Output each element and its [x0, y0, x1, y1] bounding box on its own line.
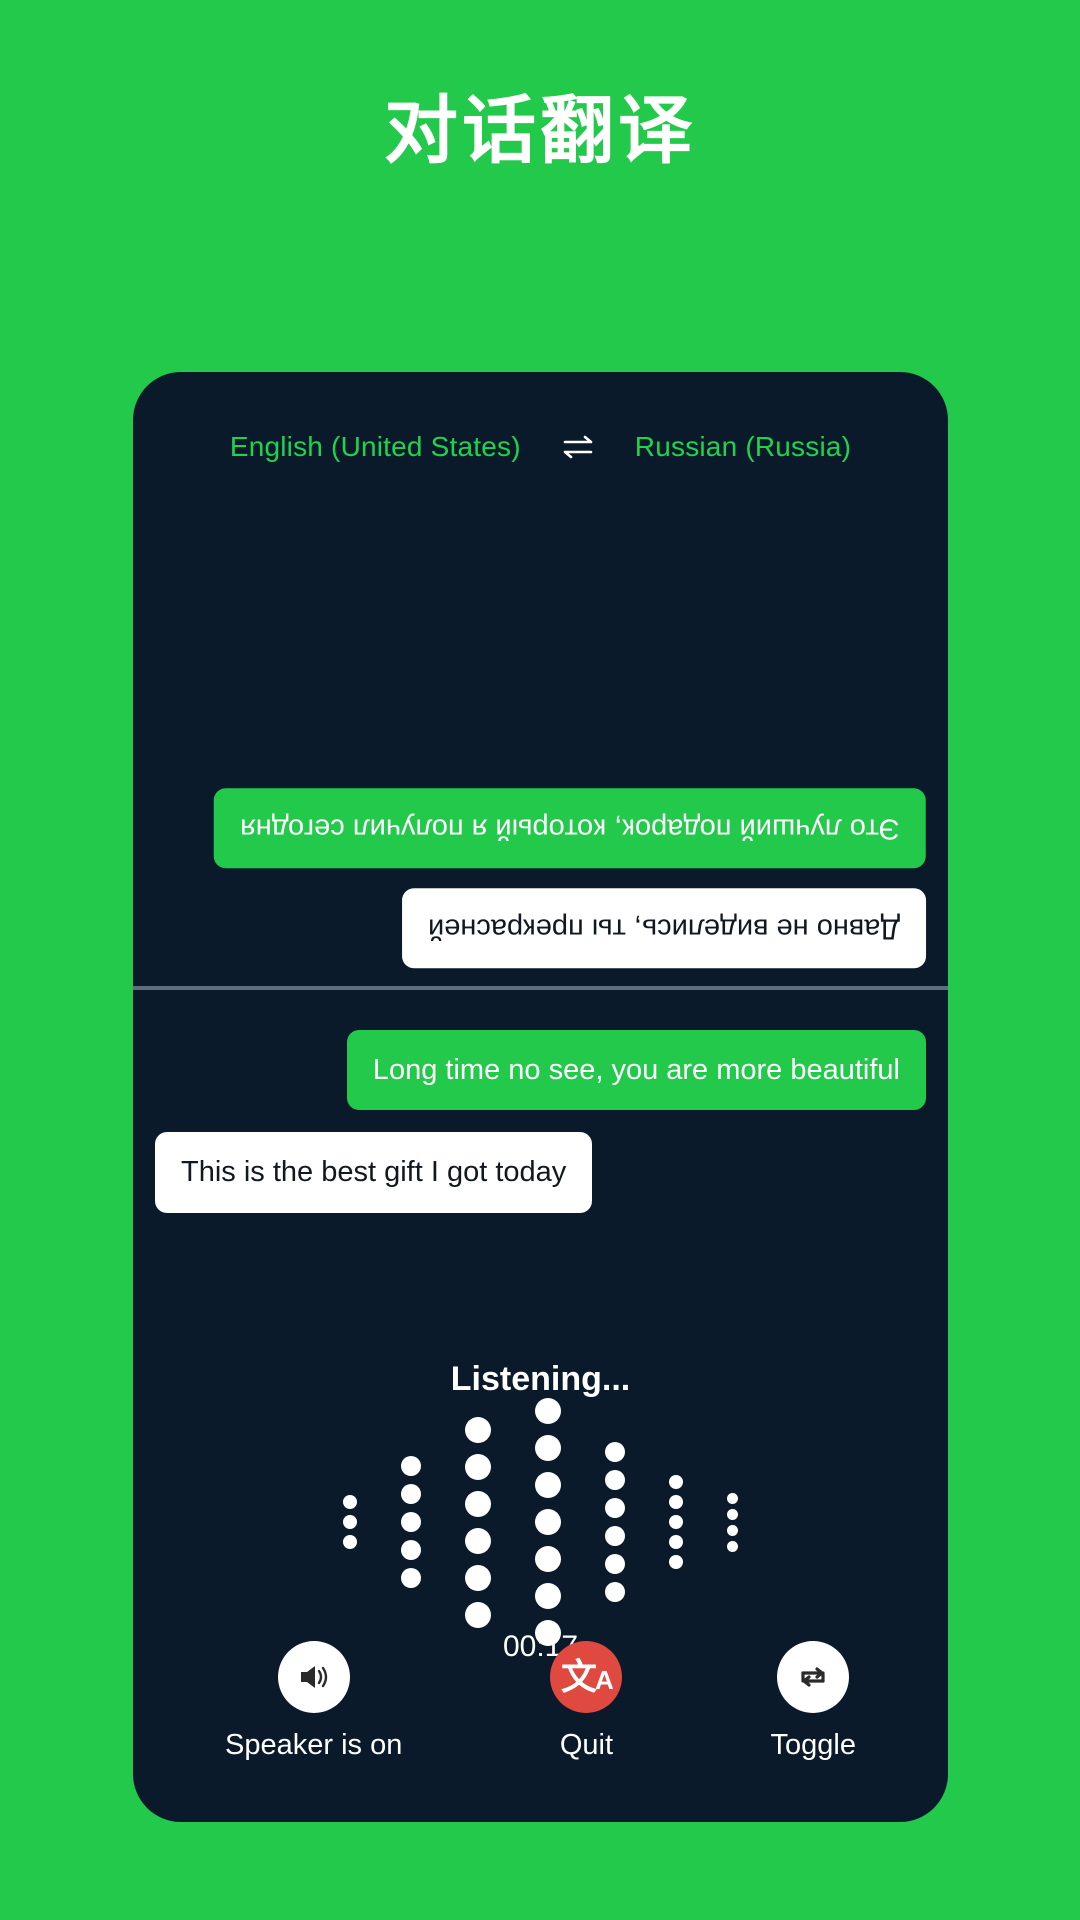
- remote-conversation-pane: Это лучший подарок, который я получил се…: [133, 432, 948, 986]
- waveform-dot: [605, 1442, 625, 1462]
- waveform-dot: [727, 1540, 738, 1552]
- waveform-dot: [605, 1470, 625, 1490]
- phone-screen-card: English (United States) Russian (Russia)…: [133, 372, 948, 1822]
- waveform-dot: [535, 1435, 561, 1461]
- waveform-dot: [535, 1583, 561, 1609]
- page-title: 对话翻译: [384, 89, 696, 172]
- audio-waveform-visualizer: [133, 1398, 948, 1646]
- waveform-dot: [465, 1527, 491, 1554]
- waveform-dot: [401, 1568, 421, 1588]
- local-conversation-pane: Long time no see, you are more beautiful…: [133, 990, 948, 1213]
- repeat-swap-icon[interactable]: [777, 1641, 850, 1713]
- waveform-dot: [669, 1495, 683, 1509]
- quit-label: Quit: [559, 1729, 614, 1761]
- waveform-column: [535, 1398, 561, 1646]
- control-bar: Speaker is on 文A Quit Toggle: [133, 1641, 948, 1762]
- toggle-label: Toggle: [770, 1729, 856, 1761]
- waveform-dot: [343, 1515, 357, 1529]
- waveform-column: [669, 1475, 683, 1569]
- waveform-dot: [727, 1508, 738, 1520]
- translate-icon[interactable]: 文A: [550, 1641, 623, 1713]
- waveform-dot: [727, 1492, 738, 1504]
- waveform-dot: [465, 1416, 491, 1443]
- waveform-dot: [401, 1540, 421, 1560]
- message-row: This is the best gift I got today: [155, 1132, 926, 1213]
- message-bubble[interactable]: This is the best gift I got today: [155, 1132, 593, 1213]
- waveform-dot: [465, 1490, 491, 1517]
- waveform-column: [343, 1495, 357, 1549]
- listening-status-label: Listening...: [450, 1360, 631, 1398]
- message-row: Это лучший подарок, который я получил се…: [155, 787, 926, 868]
- waveform-dot: [535, 1398, 561, 1424]
- waveform-dot: [401, 1484, 421, 1504]
- waveform-dot: [535, 1509, 561, 1535]
- waveform-column: [727, 1492, 738, 1552]
- waveform-dot: [535, 1472, 561, 1498]
- translate-glyph: 文A: [561, 1656, 614, 1697]
- waveform-dot: [669, 1475, 683, 1489]
- message-bubble[interactable]: Давно не виделись, ты прекрасней: [401, 887, 926, 968]
- speaker-toggle-button[interactable]: Speaker is on: [225, 1641, 402, 1762]
- toggle-button[interactable]: Toggle: [770, 1641, 856, 1762]
- waveform-dot: [605, 1554, 625, 1574]
- waveform-dot: [401, 1456, 421, 1476]
- waveform-dot: [535, 1546, 561, 1572]
- waveform-dot: [343, 1495, 357, 1509]
- waveform-dot: [605, 1582, 625, 1602]
- waveform-dot: [669, 1515, 683, 1529]
- waveform-dot: [605, 1526, 625, 1546]
- waveform-dot: [465, 1453, 491, 1480]
- waveform-dot: [465, 1564, 491, 1591]
- message-row: Давно не виделись, ты прекрасней: [155, 887, 926, 968]
- message-bubble[interactable]: Long time no see, you are more beautiful: [346, 1030, 926, 1111]
- waveform-dot: [669, 1535, 683, 1549]
- waveform-dot: [727, 1524, 738, 1536]
- waveform-dot: [605, 1498, 625, 1518]
- waveform-dot: [343, 1535, 357, 1549]
- waveform-dot: [401, 1512, 421, 1532]
- waveform-column: [605, 1442, 625, 1602]
- message-row: Long time no see, you are more beautiful: [155, 1030, 926, 1111]
- message-bubble[interactable]: Это лучший подарок, который я получил се…: [214, 787, 926, 868]
- waveform-dot: [669, 1555, 683, 1569]
- waveform-column: [401, 1456, 421, 1588]
- speaker-on-icon[interactable]: [277, 1641, 350, 1713]
- waveform-column: [465, 1416, 491, 1628]
- speaker-toggle-label: Speaker is on: [225, 1729, 403, 1761]
- quit-button[interactable]: 文A Quit: [550, 1641, 623, 1762]
- waveform-dot: [465, 1601, 491, 1628]
